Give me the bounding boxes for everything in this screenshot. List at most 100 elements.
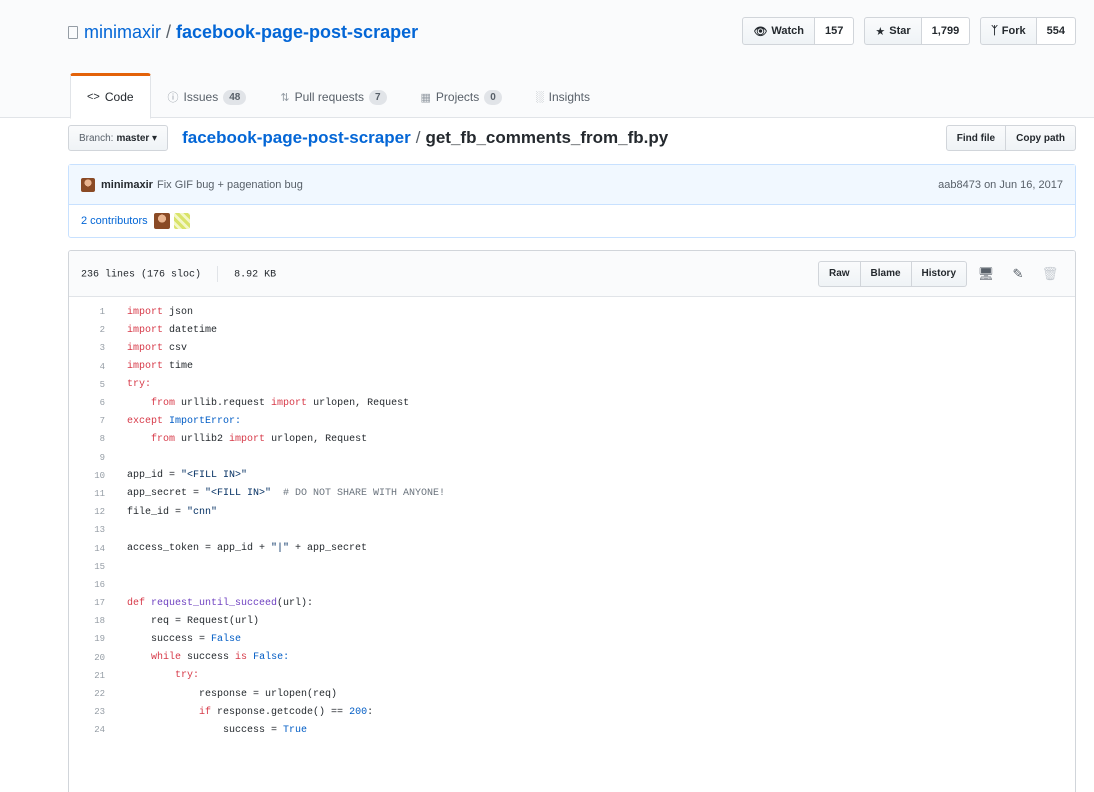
- tab-code[interactable]: <> Code: [70, 73, 151, 119]
- line-number[interactable]: 23: [69, 707, 119, 717]
- line-number[interactable]: 16: [69, 580, 119, 590]
- tab-pull-requests[interactable]: ⇅ Pull requests 7: [263, 73, 403, 119]
- issue-icon: ⓘ: [167, 92, 179, 104]
- code-line: 8 from urllib2 import urlopen, Request: [69, 430, 1075, 448]
- pencil-icon[interactable]: ✎: [1005, 266, 1031, 282]
- line-number[interactable]: 9: [69, 453, 119, 463]
- watch-button[interactable]: 👁 Watch: [742, 17, 816, 45]
- line-code: response = urlopen(req): [199, 688, 338, 700]
- line-number[interactable]: 4: [69, 362, 119, 372]
- breadcrumb-repo-link[interactable]: facebook-page-post-scraper: [182, 128, 411, 148]
- line-number[interactable]: 18: [69, 616, 119, 626]
- code-line: 12 file_id = "cnn": [69, 503, 1075, 521]
- trash-icon[interactable]: 🗑: [1037, 266, 1063, 282]
- line-code: success = True: [223, 724, 308, 736]
- contributor-avatar[interactable]: [173, 213, 190, 229]
- repo-owner-link[interactable]: minimaxir: [84, 22, 161, 43]
- code-line: 20 while success is False:: [69, 649, 1075, 667]
- contributor-avatar[interactable]: [153, 213, 170, 229]
- code-line: 21 try:: [69, 667, 1075, 685]
- line-code: access_token = app_id + "|" + app_secret: [127, 543, 368, 555]
- line-number[interactable]: 21: [69, 671, 119, 681]
- code-line: 11 app_secret = "<FILL IN>" # DO NOT SHAR…: [69, 485, 1075, 503]
- tab-projects-label: Projects: [435, 90, 480, 104]
- line-number[interactable]: 6: [69, 398, 119, 408]
- line-number[interactable]: 17: [69, 598, 119, 608]
- line-number[interactable]: 5: [69, 380, 119, 390]
- line-number[interactable]: 13: [69, 525, 119, 535]
- line-code: def request_until_succeed(url):: [127, 597, 314, 609]
- blame-button[interactable]: Blame: [860, 260, 912, 287]
- caret-down-icon: ▾: [149, 132, 158, 144]
- code-line: 24 success = True: [69, 721, 1075, 739]
- commit-sha-link[interactable]: aab8473: [938, 179, 981, 191]
- line-code: app_secret = "<FILL IN>" # DO NOT SHARE …: [127, 488, 446, 500]
- pull-requests-counter: 7: [368, 89, 387, 105]
- line-code: if response.getcode() == 200:: [199, 706, 374, 718]
- projects-counter: 0: [484, 89, 502, 105]
- raw-button[interactable]: Raw: [817, 260, 861, 287]
- star-count[interactable]: 1,799: [921, 17, 971, 45]
- tab-insights-label: Insights: [548, 90, 590, 104]
- branch-label: Branch:: [79, 132, 114, 144]
- line-code: except ImportError:: [127, 415, 242, 427]
- repo-title: minimaxir / facebook-page-post-scraper: [68, 19, 418, 45]
- tab-code-label: Code: [104, 90, 134, 104]
- contributors-row: 2 contributors: [69, 205, 1075, 237]
- file-info-divider: [217, 265, 219, 282]
- tab-insights[interactable]: ░ Insights: [519, 73, 607, 119]
- star-label: Star: [889, 25, 911, 37]
- line-code: import csv: [127, 342, 188, 354]
- breadcrumb-file-name: get_fb_comments_from_fb.py: [425, 128, 669, 147]
- line-number[interactable]: 12: [69, 507, 119, 517]
- file-info: 236 lines (176 sloc) 8.92 KB: [81, 265, 276, 282]
- code-line: 15: [69, 558, 1075, 576]
- code-line: 16: [69, 576, 1075, 594]
- code-line: 7 except ImportError:: [69, 412, 1075, 430]
- commit-message-link[interactable]: Fix GIF bug + pagenation bug: [157, 179, 303, 191]
- line-code: import datetime: [127, 324, 218, 336]
- line-code: from urllib.request import urlopen, Requ…: [151, 397, 410, 409]
- line-number[interactable]: 11: [69, 489, 119, 499]
- desktop-icon[interactable]: 🖥: [973, 266, 999, 282]
- branch-select[interactable]: Branch: master ▾: [68, 125, 169, 151]
- line-code: try:: [127, 379, 152, 391]
- fork-count[interactable]: 554: [1036, 17, 1076, 45]
- find-file-button[interactable]: Find file: [945, 125, 1007, 151]
- code-line: 10 app_id = "<FILL IN>": [69, 467, 1075, 485]
- repo-name-link[interactable]: facebook-page-post-scraper: [176, 22, 418, 43]
- line-number[interactable]: 1: [69, 307, 119, 317]
- contributors-link[interactable]: 2 contributors: [81, 215, 148, 227]
- fork-button[interactable]: ᛉ Fork: [980, 17, 1037, 45]
- line-number[interactable]: 24: [69, 725, 119, 735]
- code-line: 19 success = False: [69, 630, 1075, 648]
- watch-count[interactable]: 157: [815, 17, 855, 45]
- project-icon: ▦: [420, 91, 431, 104]
- line-number[interactable]: 2: [69, 325, 119, 335]
- copy-path-button[interactable]: Copy path: [1006, 125, 1076, 151]
- line-number[interactable]: 14: [69, 544, 119, 554]
- line-number[interactable]: 8: [69, 434, 119, 444]
- tab-issues[interactable]: ⓘ Issues 48: [151, 73, 264, 119]
- history-button[interactable]: History: [911, 260, 967, 287]
- commit-author-link[interactable]: minimaxir: [101, 179, 153, 191]
- line-number[interactable]: 10: [69, 471, 119, 481]
- star-button[interactable]: ★ Star: [864, 17, 922, 45]
- line-number[interactable]: 7: [69, 416, 119, 426]
- line-number[interactable]: 20: [69, 653, 119, 663]
- watch-group: 👁 Watch 157: [742, 17, 855, 45]
- author-avatar[interactable]: [81, 177, 95, 192]
- line-number[interactable]: 22: [69, 689, 119, 699]
- line-number[interactable]: 19: [69, 634, 119, 644]
- tab-projects[interactable]: ▦ Projects 0: [404, 73, 519, 119]
- code-line: 9: [69, 449, 1075, 467]
- commit-meta: aab8473 on Jun 16, 2017: [938, 179, 1063, 191]
- code-line: 6 from urllib.request import urlopen, Re…: [69, 394, 1075, 412]
- file-navigation: Branch: master ▾ facebook-page-post-scra…: [68, 124, 1076, 152]
- line-number[interactable]: 15: [69, 562, 119, 572]
- code-line: 3 import csv: [69, 339, 1075, 357]
- code-line: 5 try:: [69, 376, 1075, 394]
- line-code: from urllib2 import urlopen, Request: [151, 433, 368, 445]
- code-view: 1 import json 2 import datetime 3 import cs…: [69, 297, 1075, 740]
- line-number[interactable]: 3: [69, 343, 119, 353]
